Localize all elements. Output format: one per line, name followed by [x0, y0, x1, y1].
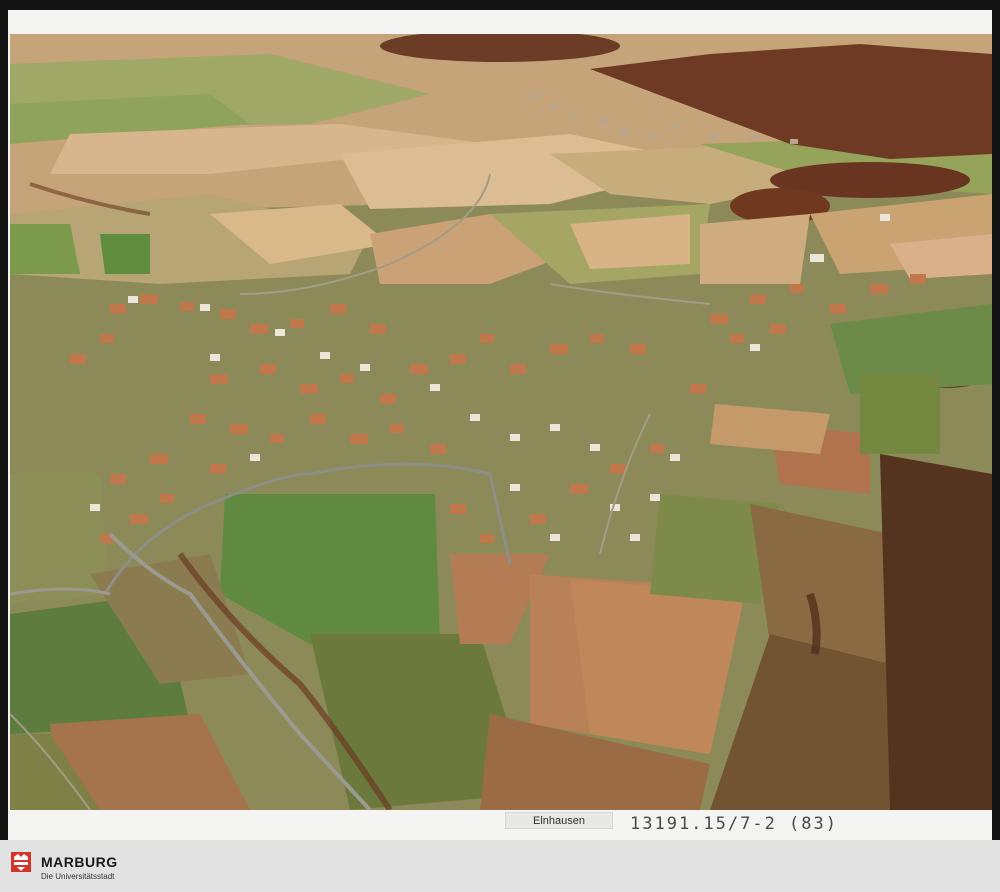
aerial-photo	[10, 34, 992, 810]
brand-name: MARBURG	[41, 854, 118, 870]
place-label: Elnhausen	[505, 812, 613, 829]
marburg-logo-icon	[11, 852, 31, 872]
footer-bar	[0, 840, 1000, 892]
brand-subtitle: Die Universitätsstadt	[41, 872, 115, 881]
archive-number: 13191.15/7-2 (83)	[630, 814, 838, 834]
